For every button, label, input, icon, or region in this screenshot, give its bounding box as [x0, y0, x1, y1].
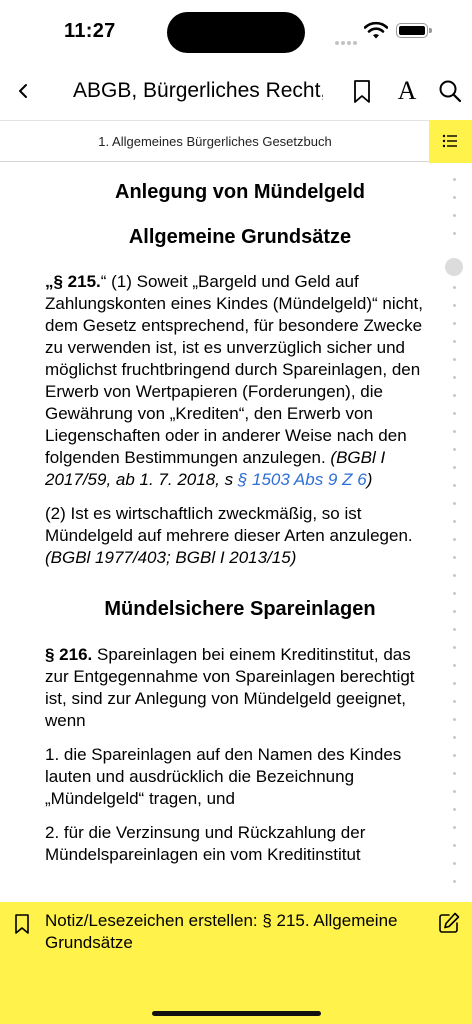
scroll-dot — [453, 178, 456, 181]
paragraph-number: „§ 215. — [45, 272, 101, 291]
citation: (BGBl 1977/403; BGBl I 2013/15) — [45, 548, 297, 567]
paragraph-215: „§ 215.“ (1) Soweit „Bargeld und Geld au… — [45, 271, 435, 491]
scroll-dot — [453, 754, 456, 757]
navigation-bar: ABGB, Bürgerliches Recht, A — [0, 62, 472, 120]
section-heading: Anlegung von Mündelgeld — [115, 181, 365, 203]
scroll-dot — [453, 232, 456, 235]
scroll-dot — [453, 682, 456, 685]
scroll-dot — [453, 466, 456, 469]
scroll-track[interactable] — [452, 178, 458, 898]
nav-title: ABGB, Bürgerliches Recht, — [73, 79, 323, 102]
back-chevron-icon[interactable] — [10, 77, 36, 105]
scroll-dot — [453, 538, 456, 541]
paragraph-215-2: (2) Ist es wirtschaftlich zweckmäßig, so… — [45, 504, 413, 545]
scroll-dot — [453, 664, 456, 667]
scroll-thumb[interactable] — [445, 258, 463, 276]
list-item: 2. für die Verzinsung und Rückzahlung de… — [45, 823, 366, 864]
section-heading: Mündelsichere Spareinlagen — [104, 598, 376, 620]
signal-icon — [335, 32, 359, 50]
scroll-dot — [453, 880, 456, 883]
paragraph-text: “ (1) Soweit „Bargeld und Geld auf Zahlu… — [45, 272, 424, 467]
scroll-dot — [453, 844, 456, 847]
edit-icon[interactable] — [437, 911, 461, 935]
list-item: 1. die Spareinlagen auf den Namen des Ki… — [45, 745, 402, 808]
scroll-dot — [453, 376, 456, 379]
scroll-dot — [453, 286, 456, 289]
scroll-dot — [453, 808, 456, 811]
citation-end: ) — [366, 470, 373, 489]
scroll-dot — [453, 610, 456, 613]
scroll-dot — [453, 358, 456, 361]
scroll-dot — [453, 700, 456, 703]
scroll-dot — [453, 196, 456, 199]
scroll-dot — [453, 520, 456, 523]
scroll-dot — [453, 772, 456, 775]
document-subheader: 1. Allgemeines Bürgerliches Gesetzbuch — [0, 120, 472, 163]
font-size-icon[interactable]: A — [392, 76, 422, 106]
wifi-icon — [363, 21, 389, 44]
subheader-title: 1. Allgemeines Bürgerliches Gesetzbuch — [98, 134, 332, 149]
status-bar: 11:27 — [0, 0, 472, 62]
bookmark-icon[interactable] — [347, 76, 377, 106]
scroll-dot — [453, 574, 456, 577]
scroll-dot — [453, 826, 456, 829]
search-icon[interactable] — [435, 76, 465, 106]
paragraph-text: Spareinlagen bei einem Kreditinstitut, d… — [45, 645, 415, 730]
scroll-dot — [453, 484, 456, 487]
scroll-dot — [453, 628, 456, 631]
paragraph-216: § 216. Spareinlagen bei einem Kreditinst… — [45, 644, 435, 732]
table-of-contents-button[interactable] — [429, 120, 472, 163]
home-indicator — [152, 1011, 321, 1016]
scroll-dot — [453, 718, 456, 721]
scroll-dot — [453, 790, 456, 793]
scroll-dot — [453, 214, 456, 217]
battery-icon — [396, 23, 432, 38]
scroll-dot — [453, 502, 456, 505]
note-prompt[interactable]: Notiz/Lesezeichen erstellen: § 215. Allg… — [45, 910, 405, 954]
paragraph-number: § 216. — [45, 645, 93, 664]
subsection-heading: Allgemeine Grundsätze — [128, 226, 352, 248]
scroll-dot — [453, 592, 456, 595]
scroll-dot — [453, 412, 456, 415]
law-text-content: Anlegung von Mündelgeld Allgemeine Grund… — [45, 168, 435, 902]
bookmark-icon — [12, 912, 32, 936]
dynamic-island — [167, 12, 305, 53]
status-time: 11:27 — [64, 20, 116, 42]
scroll-dot — [453, 340, 456, 343]
scroll-dot — [453, 322, 456, 325]
scroll-dot — [453, 430, 456, 433]
scroll-dot — [453, 646, 456, 649]
reference-link[interactable]: § 1503 Abs 9 Z 6 — [238, 470, 367, 489]
scroll-dot — [453, 304, 456, 307]
scroll-dot — [453, 394, 456, 397]
scroll-dot — [453, 736, 456, 739]
note-bookmark-bar[interactable]: Notiz/Lesezeichen erstellen: § 215. Allg… — [0, 902, 472, 1024]
scroll-dot — [453, 556, 456, 559]
list-icon — [442, 134, 457, 148]
scroll-dot — [453, 448, 456, 451]
scroll-dot — [453, 862, 456, 865]
